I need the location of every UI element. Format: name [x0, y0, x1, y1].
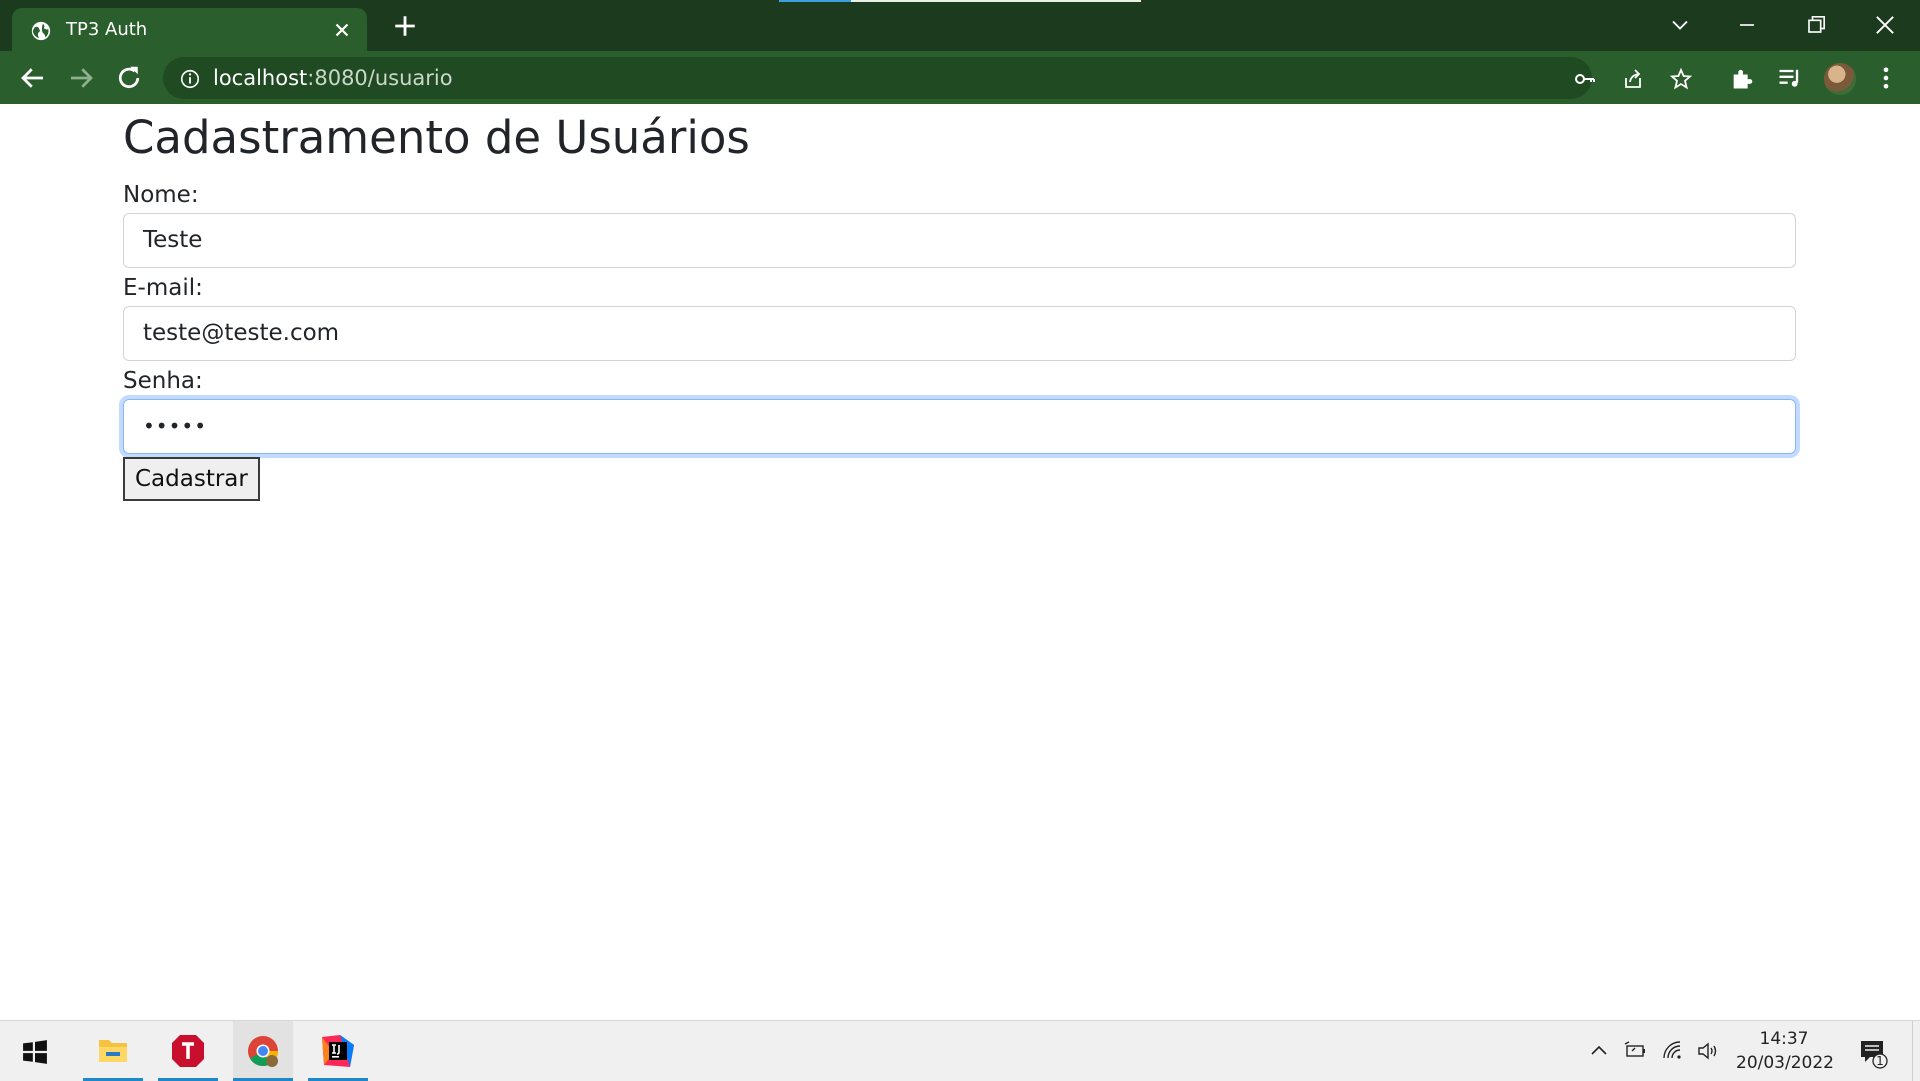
address-bar[interactable]: localhost:8080/usuario: [163, 57, 1693, 99]
system-clock[interactable]: 14:37 20/03/2022: [1736, 1027, 1834, 1075]
profile-avatar[interactable]: [1824, 63, 1856, 95]
browser-toolbar: localhost:8080/usuario: [0, 51, 1920, 104]
restore-icon[interactable]: [1802, 11, 1830, 39]
password-input[interactable]: •••••: [123, 399, 1796, 454]
url-text: localhost:8080/usuario: [213, 66, 453, 90]
close-tab-icon[interactable]: [331, 19, 353, 41]
clock-date: 20/03/2022: [1736, 1053, 1834, 1073]
intellij-icon: [322, 1035, 354, 1067]
reload-icon[interactable]: [114, 63, 144, 93]
wifi-icon[interactable]: [1661, 1039, 1685, 1063]
show-hidden-icons-chevron-icon[interactable]: [1587, 1039, 1611, 1063]
url-path: :8080/usuario: [307, 66, 453, 90]
app-t-taskbar-button[interactable]: [158, 1021, 218, 1081]
browser-tab-strip: TP3 Auth: [0, 0, 1920, 51]
tab-title: TP3 Auth: [66, 19, 148, 40]
name-label: Nome:: [123, 182, 199, 208]
browser-tab[interactable]: TP3 Auth: [12, 8, 367, 51]
share-icon[interactable]: [1621, 67, 1645, 91]
email-label: E-mail:: [123, 275, 203, 301]
intellij-taskbar-button[interactable]: [308, 1021, 368, 1081]
forward-icon[interactable]: [66, 63, 96, 93]
bookmark-star-icon[interactable]: [1669, 67, 1693, 91]
t-app-icon: [172, 1035, 204, 1067]
show-desktop-button[interactable]: [1912, 1021, 1913, 1081]
page-content: Cadastramento de Usuários Nome: Teste E-…: [0, 106, 1920, 1020]
windows-start-icon[interactable]: [22, 1039, 48, 1065]
register-button[interactable]: Cadastrar: [123, 457, 260, 501]
notification-count: 1: [1876, 1054, 1884, 1068]
media-queue-icon[interactable]: [1776, 64, 1804, 92]
minimize-icon[interactable]: [1733, 11, 1761, 39]
menu-kebab-icon[interactable]: [1872, 64, 1900, 92]
extensions-icon[interactable]: [1729, 64, 1757, 92]
new-tab-icon[interactable]: [392, 13, 418, 39]
page-title: Cadastramento de Usuários: [123, 111, 750, 164]
site-info-icon[interactable]: [179, 68, 201, 90]
windows-taskbar: 14:37 20/03/2022 1: [0, 1020, 1920, 1081]
back-icon[interactable]: [18, 63, 48, 93]
url-host: localhost: [213, 66, 308, 90]
chrome-taskbar-button[interactable]: [233, 1021, 293, 1081]
password-label: Senha:: [123, 368, 203, 394]
clock-time: 14:37: [1759, 1029, 1809, 1049]
tab-search-icon[interactable]: [1666, 11, 1694, 39]
email-input[interactable]: teste@teste.com: [123, 306, 1796, 361]
loading-indicator: [779, 0, 1141, 2]
chrome-icon: [248, 1036, 278, 1067]
battery-icon[interactable]: [1623, 1039, 1647, 1063]
name-input[interactable]: Teste: [123, 213, 1796, 268]
key-icon[interactable]: [1573, 67, 1597, 91]
volume-icon[interactable]: [1696, 1039, 1720, 1063]
folder-icon: [99, 1040, 127, 1062]
file-explorer-taskbar-button[interactable]: [83, 1021, 143, 1081]
password-mask: •••••: [143, 414, 207, 438]
close-window-icon[interactable]: [1871, 11, 1899, 39]
globe-icon: [31, 21, 51, 41]
